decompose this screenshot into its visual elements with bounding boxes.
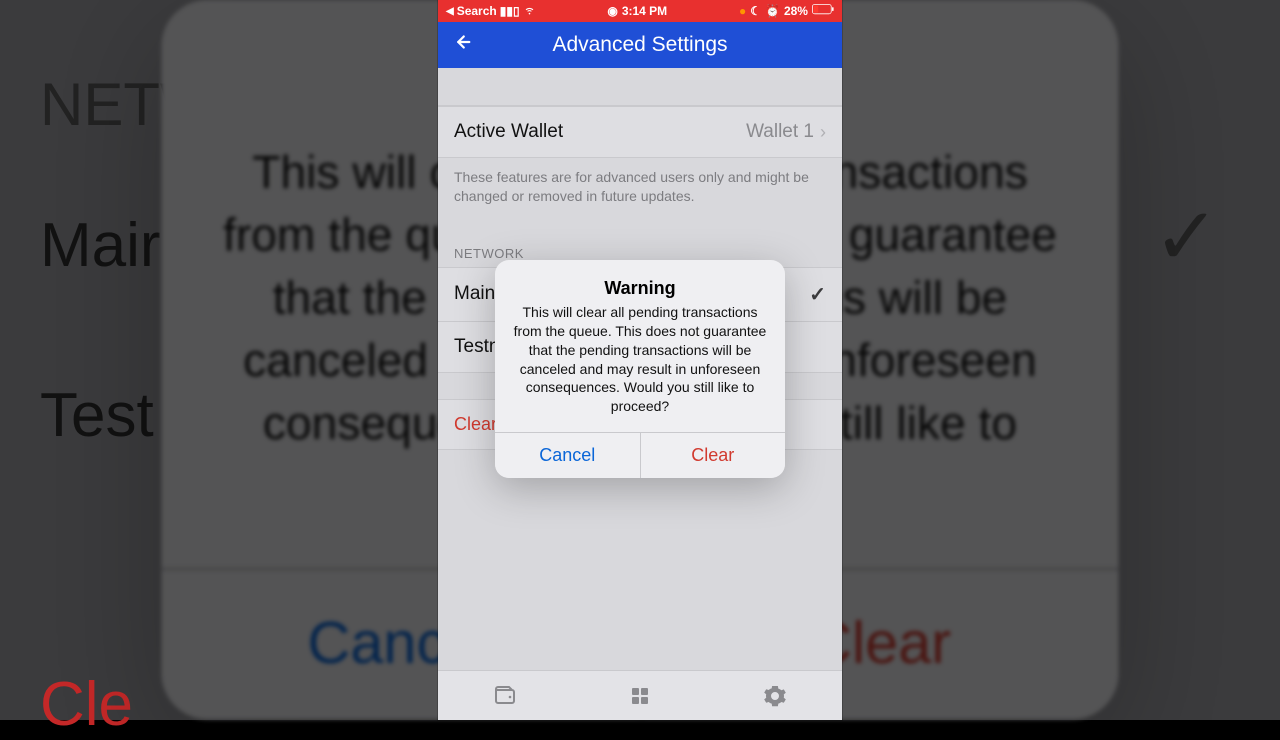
back-to-app-icon: ◀ xyxy=(446,6,454,17)
dialog-title: Warning xyxy=(509,278,771,299)
back-to-app-label[interactable]: Search xyxy=(457,4,497,18)
apps-tab[interactable] xyxy=(627,683,653,709)
recording-icon: ◉ xyxy=(607,4,617,18)
clock-time: 3:14 PM xyxy=(622,4,667,18)
tab-bar xyxy=(438,670,842,720)
wallet-tab[interactable] xyxy=(492,683,518,709)
back-button[interactable] xyxy=(450,31,472,59)
warning-dialog: Warning This will clear all pending tran… xyxy=(495,260,785,478)
content-area: Active Wallet Wallet 1 › These features … xyxy=(438,68,842,670)
wifi-icon xyxy=(523,3,536,19)
battery-icon xyxy=(812,4,834,18)
nav-bar: Advanced Settings xyxy=(438,22,842,68)
battery-percent: 28% xyxy=(784,4,808,18)
dialog-actions: Cancel Clear xyxy=(495,432,785,478)
alarm-icon: ⏰ xyxy=(765,4,780,18)
page-title: Advanced Settings xyxy=(552,33,727,57)
phone-frame: ◀ Search ▮▮▯ ◉ 3:14 PM ● ☾ ⏰ 28% Advance… xyxy=(438,0,842,720)
settings-tab[interactable] xyxy=(762,683,788,709)
dialog-message: This will clear all pending transactions… xyxy=(509,303,771,416)
dot-orange-icon: ● xyxy=(739,4,746,18)
signal-icon: ▮▮▯ xyxy=(500,4,520,18)
status-bar: ◀ Search ▮▮▯ ◉ 3:14 PM ● ☾ ⏰ 28% xyxy=(438,0,842,22)
moon-icon: ☾ xyxy=(750,4,761,18)
cancel-button[interactable]: Cancel xyxy=(495,433,641,478)
modal-overlay: Warning This will clear all pending tran… xyxy=(438,68,842,670)
clear-button[interactable]: Clear xyxy=(641,433,786,478)
